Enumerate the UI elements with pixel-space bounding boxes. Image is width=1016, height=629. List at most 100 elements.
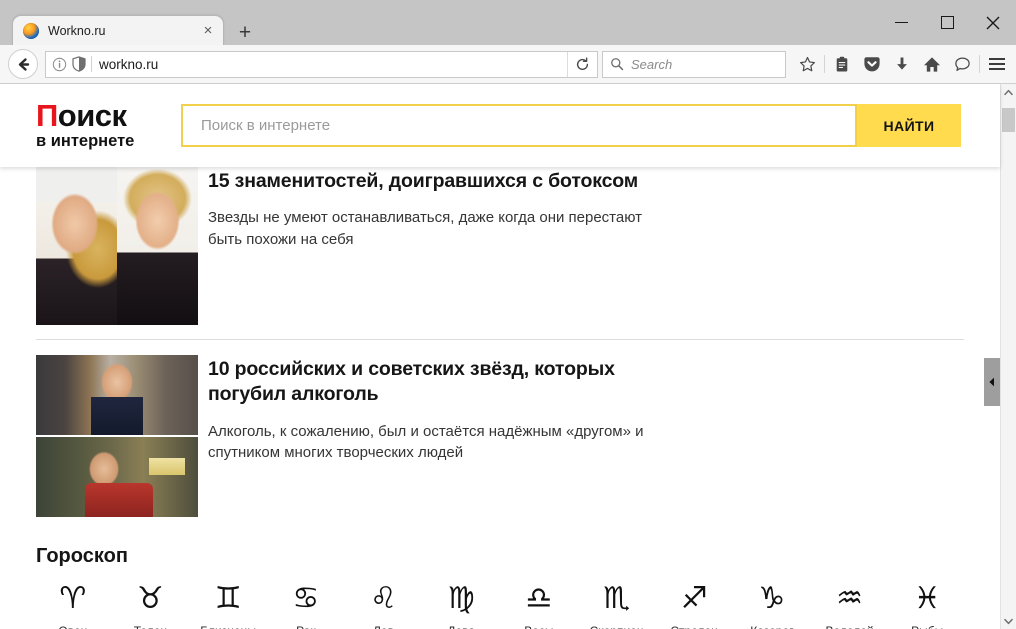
site-search-placeholder: Поиск в интернете — [201, 117, 331, 134]
back-arrow-icon — [18, 57, 29, 71]
close-tab-icon[interactable]: × — [199, 22, 217, 40]
downloads-icon[interactable] — [887, 49, 917, 79]
zodiac-item-virgo[interactable]: ♍ Дева — [422, 584, 500, 629]
maximize-button[interactable] — [924, 8, 970, 38]
navigation-toolbar: workno.ru Search — [0, 45, 1016, 84]
page-content: Поиск в интернете Поиск в интернете НАЙТ… — [0, 84, 1000, 629]
minimize-button[interactable] — [878, 8, 924, 38]
chevron-left-icon — [989, 377, 994, 387]
capricorn-icon: ♑ — [758, 581, 786, 616]
taurus-icon: ♉ — [137, 581, 164, 616]
scorpio-icon: ♏ — [603, 581, 630, 616]
toolbar-divider-2 — [979, 55, 980, 73]
article-list: 15 знаменитостей, доигравшихся с ботоксо… — [0, 167, 1000, 629]
page-scrollbar[interactable] — [1000, 84, 1016, 629]
zodiac-label: Овен — [34, 624, 112, 629]
zodiac-item-aquarius[interactable]: ♒ Водолей — [811, 584, 889, 629]
zodiac-item-scorpio[interactable]: ♏ Скорпион — [578, 584, 656, 629]
shield-icon[interactable] — [72, 56, 86, 72]
toolbar-icons — [792, 49, 1016, 79]
site-search-input[interactable]: Поиск в интернете — [181, 104, 857, 147]
zodiac-item-sagittarius[interactable]: ♐ Стрелец — [655, 584, 733, 629]
browser-search-placeholder: Search — [631, 56, 673, 72]
sync-chat-icon[interactable] — [947, 49, 977, 79]
zodiac-item-cancer[interactable]: ♋ Рак — [267, 584, 345, 629]
browser-tab[interactable]: Workno.ru × — [12, 15, 224, 45]
reload-button[interactable] — [567, 51, 597, 77]
zodiac-item-capricorn[interactable]: ♑ Козерог — [733, 584, 811, 629]
browser-window: Workno.ru × + workno.ru Search Поиск в и… — [0, 0, 1016, 629]
zodiac-label: Весы — [500, 624, 578, 629]
logo-rest: оиск — [57, 98, 127, 134]
scroll-down-icon[interactable] — [1001, 613, 1016, 629]
article-title[interactable]: 10 российских и советских звёзд, которых… — [208, 357, 658, 408]
photo-right — [117, 167, 198, 325]
article-item[interactable]: 10 российских и советских звёзд, которых… — [0, 355, 1000, 519]
site-logo[interactable]: Поиск в интернете — [36, 98, 176, 150]
browser-search-bar[interactable]: Search — [602, 50, 786, 78]
scroll-up-icon[interactable] — [1001, 84, 1016, 100]
virgo-icon: ♍ — [447, 581, 475, 616]
libra-icon: ♎ — [525, 581, 553, 616]
photo-left — [36, 167, 117, 325]
back-button[interactable] — [8, 49, 38, 79]
horoscope-title: Гороскоп — [36, 545, 128, 567]
search-icon — [611, 58, 624, 71]
scrollbar-thumb[interactable] — [1002, 108, 1015, 132]
article-thumbnail[interactable] — [36, 355, 198, 519]
leo-icon: ♌ — [370, 581, 397, 616]
zodiac-item-aries[interactable]: ♈ Овен — [34, 584, 112, 629]
logo-subtitle: в интернете — [36, 131, 135, 150]
site-search: Поиск в интернете НАЙТИ — [181, 104, 961, 147]
bookmark-star-icon[interactable] — [792, 49, 822, 79]
article-divider — [36, 339, 964, 340]
article-description: Звезды не умеют останавливаться, даже ко… — [208, 209, 643, 248]
url-text: workno.ru — [99, 56, 159, 72]
cancer-icon: ♋ — [292, 581, 320, 616]
zodiac-row: ♈ Овен ♉ Телец ♊ Близнецы ♋ Рак — [34, 584, 966, 629]
gemini-icon: ♊ — [214, 581, 242, 616]
reader-list-icon[interactable] — [827, 49, 857, 79]
zodiac-item-taurus[interactable]: ♉ Телец — [112, 584, 190, 629]
window-controls — [856, 0, 1016, 45]
zodiac-item-libra[interactable]: ♎ Весы — [500, 584, 578, 629]
sidebar-collapse-handle[interactable] — [984, 358, 1000, 406]
logo-first-letter: П — [36, 98, 58, 134]
zodiac-label: Рак — [267, 624, 345, 629]
page-viewport: Поиск в интернете Поиск в интернете НАЙТ… — [0, 84, 1016, 629]
url-identity-icons — [46, 56, 86, 72]
close-window-button[interactable] — [970, 8, 1016, 38]
zodiac-label: Стрелец — [655, 624, 733, 629]
sagittarius-icon: ♐ — [680, 581, 708, 616]
article-thumbnail[interactable] — [36, 167, 198, 325]
tab-title: Workno.ru — [48, 23, 106, 38]
zodiac-label: Близнецы — [189, 624, 267, 629]
zodiac-label: Водолей — [811, 624, 889, 629]
photo-bottom — [36, 437, 198, 517]
aries-icon: ♈ — [59, 581, 87, 616]
pisces-icon: ♓ — [913, 581, 941, 616]
photo-top — [36, 355, 198, 435]
zodiac-label: Лев — [345, 624, 423, 629]
article-item[interactable]: 15 знаменитостей, доигравшихся с ботоксо… — [0, 167, 1000, 325]
home-icon[interactable] — [917, 49, 947, 79]
firefox-favicon-icon — [23, 22, 39, 39]
article-title[interactable]: 15 знаменитостей, доигравшихся с ботоксо… — [208, 169, 658, 194]
site-search-button[interactable]: НАЙТИ — [857, 104, 961, 147]
zodiac-item-pisces[interactable]: ♓ Рыбы — [888, 584, 966, 629]
zodiac-label: Козерог — [733, 624, 811, 629]
url-bar[interactable]: workno.ru — [45, 50, 598, 78]
url-separator — [91, 56, 92, 72]
pocket-icon[interactable] — [857, 49, 887, 79]
article-body: 15 знаменитостей, доигравшихся с ботоксо… — [208, 167, 658, 325]
zodiac-item-gemini[interactable]: ♊ Близнецы — [189, 584, 267, 629]
zodiac-label: Рыбы — [888, 624, 966, 629]
new-tab-button[interactable]: + — [232, 20, 258, 44]
menu-icon[interactable] — [982, 49, 1012, 79]
close-icon — [986, 16, 1000, 29]
info-icon[interactable] — [52, 57, 67, 72]
site-header: Поиск в интернете Поиск в интернете НАЙТ… — [0, 84, 1000, 167]
zodiac-item-leo[interactable]: ♌ Лев — [345, 584, 423, 629]
logo-title: Поиск — [36, 98, 176, 134]
zodiac-label: Дева — [422, 624, 500, 629]
